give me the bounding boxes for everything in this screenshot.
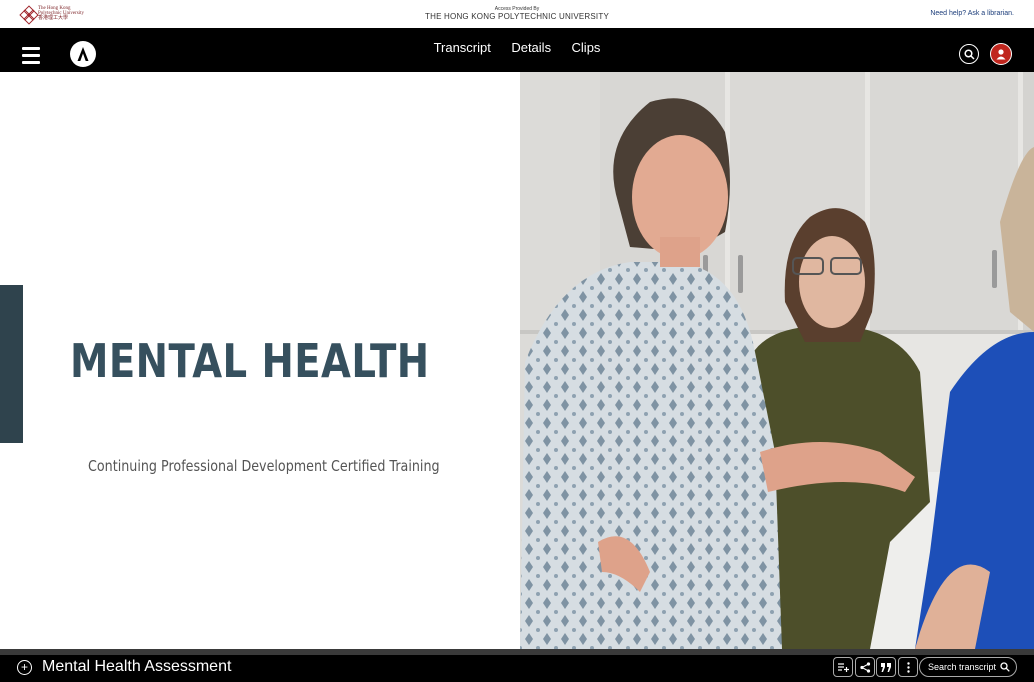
more-vertical-icon [906, 661, 910, 673]
user-account-button[interactable] [990, 43, 1012, 65]
share-icon [859, 661, 870, 673]
slide-accent-bar [0, 285, 23, 443]
search-icon [1000, 662, 1010, 672]
video-frame-scene [520, 72, 1034, 649]
search-transcript-input[interactable]: Search transcript [919, 657, 1017, 677]
user-icon [996, 49, 1006, 60]
nav-tabs: Transcript Details Clips [0, 39, 1034, 57]
video-title-slide: MENTAL HEALTH Continuing Professional De… [0, 72, 520, 649]
playlist-add-icon [837, 663, 849, 672]
cite-button[interactable] [876, 657, 896, 677]
share-button[interactable] [855, 657, 875, 677]
more-options-button[interactable] [898, 657, 918, 677]
access-provided: Access Provided By THE HONG KONG POLYTEC… [0, 6, 1034, 22]
institution-bar: The Hong Kong Polytechnic University 香港理… [0, 0, 1034, 28]
slide-subtitle: Continuing Professional Development Cert… [88, 457, 440, 475]
tab-clips[interactable]: Clips [572, 40, 601, 55]
tab-details[interactable]: Details [511, 40, 551, 55]
tab-transcript[interactable]: Transcript [434, 40, 491, 55]
search-transcript-placeholder: Search transcript [928, 662, 997, 672]
video-title: Mental Health Assessment [42, 658, 232, 675]
help-link[interactable]: Need help? Ask a librarian. [930, 10, 1014, 17]
video-player[interactable]: MENTAL HEALTH Continuing Professional De… [0, 72, 1034, 649]
slide-title: MENTAL HEALTH [70, 334, 430, 388]
search-button[interactable] [959, 44, 979, 64]
quote-icon [880, 662, 891, 672]
top-navbar: Transcript Details Clips [0, 28, 1034, 72]
search-icon [963, 48, 975, 60]
playlist-button[interactable] [833, 657, 853, 677]
player-control-bar: + Mental Health Assessment Search transc… [0, 655, 1034, 682]
add-to-playlist-icon[interactable]: + [17, 660, 32, 675]
access-institution-name: THE HONG KONG POLYTECHNIC UNIVERSITY [425, 12, 609, 21]
